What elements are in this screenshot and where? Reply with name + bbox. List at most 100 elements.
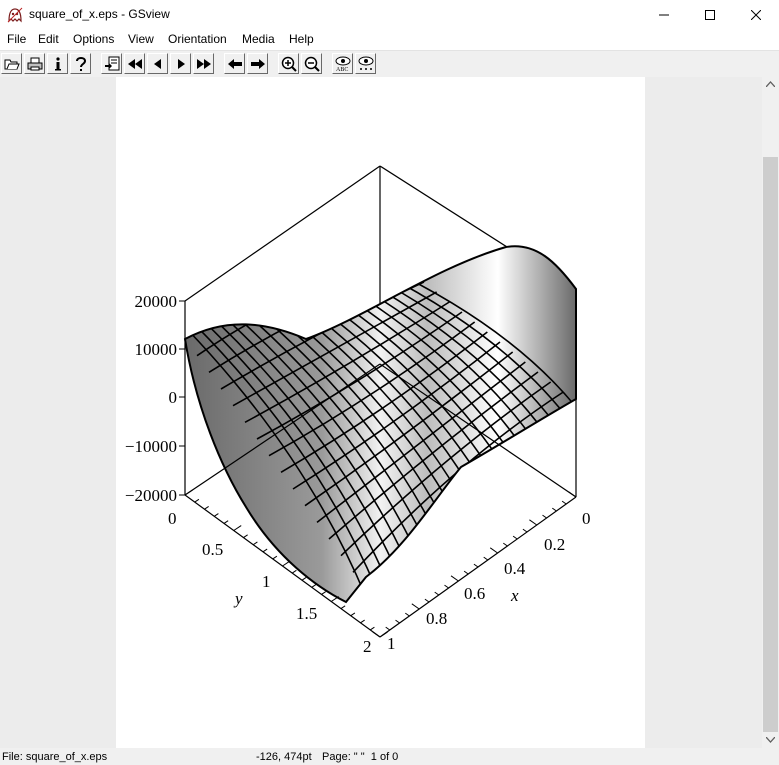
x-tick bbox=[561, 500, 567, 505]
goto-page-icon bbox=[104, 56, 119, 70]
close-icon bbox=[751, 10, 761, 20]
z-tick-label: 0 bbox=[169, 388, 178, 407]
y-tick bbox=[243, 534, 248, 539]
menu-bar: File Edit Options View Orientation Media… bbox=[0, 30, 779, 50]
x-tick-label: 0.6 bbox=[464, 584, 485, 603]
zoom-in-button[interactable] bbox=[278, 53, 299, 74]
x-tick bbox=[503, 542, 508, 547]
x-tick bbox=[529, 519, 538, 526]
y-tick bbox=[204, 506, 209, 510]
x-tick bbox=[450, 575, 459, 582]
y-tick bbox=[272, 555, 278, 560]
x-tick bbox=[395, 619, 400, 624]
surface-plot: 20000 10000 0 −10000 −20000 0 0.5 1 1.5 … bbox=[125, 165, 591, 656]
y-tick bbox=[360, 619, 365, 624]
goto-page-button[interactable] bbox=[101, 53, 122, 74]
z-tick-label: −20000 bbox=[125, 486, 177, 505]
forward-button[interactable] bbox=[247, 53, 268, 74]
eye-text-icon: ABC bbox=[335, 56, 350, 72]
menu-media[interactable]: Media bbox=[242, 32, 275, 46]
menu-orientation[interactable]: Orientation bbox=[168, 32, 227, 46]
x-tick bbox=[568, 491, 577, 498]
prev-page-button[interactable] bbox=[147, 53, 168, 74]
x-tick bbox=[552, 507, 557, 512]
first-page-icon bbox=[127, 58, 142, 69]
scrollbar-thumb[interactable] bbox=[763, 157, 778, 732]
eye-dots-button[interactable] bbox=[355, 53, 376, 74]
y-tick bbox=[330, 596, 339, 602]
x-tick bbox=[512, 535, 518, 540]
status-file: File: square_of_x.eps bbox=[2, 751, 108, 763]
first-page-button[interactable] bbox=[124, 53, 145, 74]
vertical-scrollbar[interactable] bbox=[762, 77, 779, 748]
x-tick-label: 0.4 bbox=[504, 559, 526, 578]
open-icon bbox=[4, 59, 20, 69]
prev-page-icon bbox=[153, 58, 161, 69]
next-page-icon bbox=[177, 58, 185, 69]
help-button[interactable] bbox=[70, 53, 91, 74]
x-tick bbox=[473, 563, 479, 568]
x-tick bbox=[434, 591, 440, 596]
title-bar: square_of_x.eps - GSview bbox=[0, 0, 779, 30]
y-tick bbox=[184, 489, 193, 496]
z-axis-labels: 20000 10000 0 −10000 −20000 bbox=[125, 292, 177, 505]
x-tick bbox=[483, 556, 489, 561]
x-tick-label: 1 bbox=[387, 634, 396, 653]
y-tick bbox=[252, 541, 258, 546]
scroll-down-icon[interactable] bbox=[766, 737, 775, 743]
toolbar: ABC bbox=[0, 50, 779, 78]
y-tick bbox=[262, 548, 268, 553]
x-tick bbox=[405, 612, 410, 617]
info-button[interactable] bbox=[47, 53, 68, 74]
y-tick bbox=[282, 560, 291, 567]
x-tick bbox=[542, 514, 547, 519]
window-title: square_of_x.eps - GSview bbox=[29, 7, 170, 21]
y-tick-label: 1 bbox=[262, 572, 271, 591]
x-tick-label: 0.8 bbox=[426, 609, 447, 628]
z-tick-label: 20000 bbox=[135, 292, 178, 311]
close-button[interactable] bbox=[733, 0, 779, 30]
x-axis-labels: 0 0.2 0.4 0.6 0.8 1 x bbox=[387, 509, 591, 653]
zoom-in-icon bbox=[281, 56, 297, 72]
minimize-icon bbox=[659, 14, 669, 16]
menu-options[interactable]: Options bbox=[73, 32, 114, 46]
y-tick-label: 2 bbox=[363, 637, 372, 656]
zoom-out-button[interactable] bbox=[301, 53, 322, 74]
eye-text-button[interactable]: ABC bbox=[332, 53, 353, 74]
document-viewport[interactable]: 20000 10000 0 −10000 −20000 0 0.5 1 1.5 … bbox=[0, 77, 762, 748]
info-icon bbox=[54, 56, 61, 70]
last-page-button[interactable] bbox=[193, 53, 214, 74]
x-tick bbox=[489, 547, 498, 554]
menu-help[interactable]: Help bbox=[289, 32, 314, 46]
x-tick bbox=[522, 528, 528, 533]
y-tick-label: 0.5 bbox=[202, 540, 223, 559]
minimize-button[interactable] bbox=[641, 0, 687, 30]
y-tick bbox=[321, 591, 326, 595]
menu-file[interactable]: File bbox=[7, 32, 26, 46]
y-tick-label: 0 bbox=[168, 509, 177, 528]
y-tick bbox=[194, 498, 200, 503]
y-tick bbox=[213, 513, 219, 517]
next-page-button[interactable] bbox=[170, 53, 191, 74]
menu-view[interactable]: View bbox=[128, 32, 154, 46]
back-button[interactable] bbox=[224, 53, 245, 74]
last-page-icon bbox=[196, 58, 211, 69]
maximize-button[interactable] bbox=[687, 0, 733, 30]
y-tick bbox=[301, 577, 307, 581]
y-tick bbox=[291, 569, 297, 574]
open-button[interactable] bbox=[1, 53, 22, 74]
y-tick bbox=[340, 605, 346, 610]
print-icon bbox=[27, 57, 42, 70]
y-tick-label: 1.5 bbox=[296, 604, 317, 623]
gsview-ghost-icon bbox=[7, 7, 23, 23]
print-button[interactable] bbox=[24, 53, 45, 74]
x-tick bbox=[385, 626, 391, 631]
y-tick bbox=[350, 612, 356, 617]
x-tick bbox=[424, 598, 430, 603]
x-tick bbox=[463, 570, 469, 575]
scroll-up-icon[interactable] bbox=[766, 81, 775, 87]
y-tick bbox=[369, 626, 375, 631]
document-page: 20000 10000 0 −10000 −20000 0 0.5 1 1.5 … bbox=[116, 77, 645, 748]
y-tick bbox=[233, 525, 242, 531]
menu-edit[interactable]: Edit bbox=[38, 32, 59, 46]
